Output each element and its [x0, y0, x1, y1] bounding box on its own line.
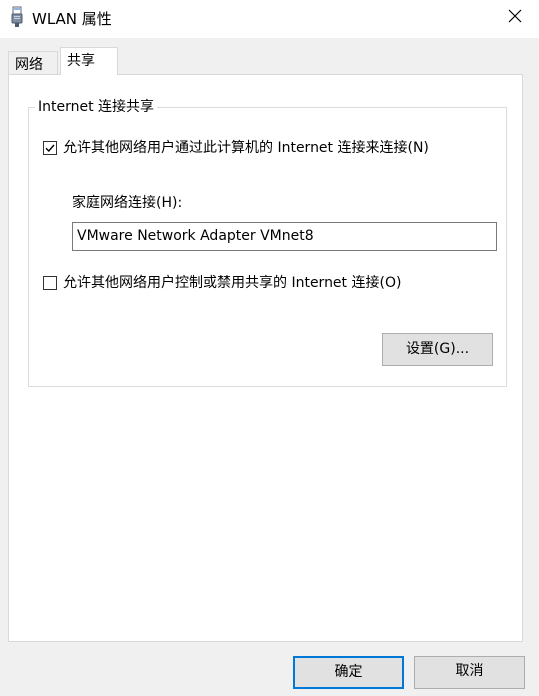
window-title: WLAN 属性 [32, 10, 112, 28]
ics-group: Internet 连接共享 允许其他网络用户通过此计算机的 Internet 连… [28, 98, 507, 387]
allow-connect-checkbox[interactable] [43, 141, 57, 155]
settings-button[interactable]: 设置(G)... [382, 333, 493, 366]
cancel-button[interactable]: 取消 [414, 656, 525, 689]
title-bar: WLAN 属性 [0, 0, 539, 38]
checkmark-icon [45, 144, 55, 153]
home-network-label: 家庭网络连接(H): [72, 195, 183, 211]
network-adapter-icon [10, 6, 24, 28]
sharing-tab-panel: Internet 连接共享 允许其他网络用户通过此计算机的 Internet 连… [8, 74, 523, 642]
ics-group-title: Internet 连接共享 [35, 98, 158, 116]
allow-connect-option[interactable]: 允许其他网络用户通过此计算机的 Internet 连接来连接(N) [43, 139, 429, 157]
ok-button[interactable]: 确定 [293, 656, 404, 689]
tab-sharing[interactable]: 共享 [60, 47, 118, 75]
properties-dialog: WLAN 属性 网络 共享 Internet 连接共享 允许其他网络用户通过此计… [0, 0, 539, 696]
allow-control-label: 允许其他网络用户控制或禁用共享的 Internet 连接(O) [63, 275, 402, 291]
allow-control-option[interactable]: 允许其他网络用户控制或禁用共享的 Internet 连接(O) [43, 274, 401, 292]
home-network-field[interactable]: VMware Network Adapter VMnet8 [72, 222, 497, 251]
close-button[interactable] [500, 4, 530, 32]
allow-control-checkbox[interactable] [43, 276, 57, 290]
tab-network[interactable]: 网络 [8, 51, 58, 75]
allow-connect-label: 允许其他网络用户通过此计算机的 Internet 连接来连接(N) [63, 140, 429, 156]
close-icon [508, 9, 522, 27]
